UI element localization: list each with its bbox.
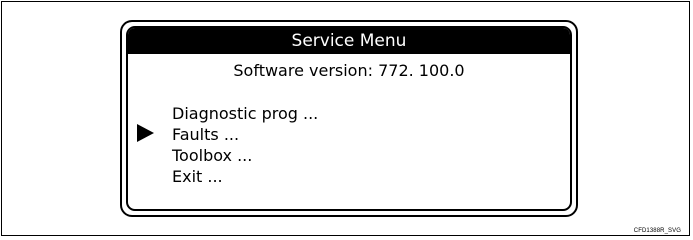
menu-item-faults[interactable]: Faults ... bbox=[172, 124, 318, 145]
software-version-text: Software version: 772. 100.0 bbox=[233, 61, 465, 80]
menu-item-toolbox[interactable]: Toolbox ... bbox=[172, 145, 318, 166]
figure-reference-code: CFD1388R_SVG bbox=[633, 228, 681, 234]
display-panel: Service Menu Software version: 772. 100.… bbox=[126, 26, 572, 211]
menu-item-diagnostic-prog[interactable]: Diagnostic prog ... bbox=[172, 103, 318, 124]
triangle-right-icon bbox=[137, 124, 154, 142]
menu-title: Service Menu bbox=[128, 28, 570, 54]
service-menu-list: Diagnostic prog ... Faults ... Toolbox .… bbox=[172, 103, 318, 187]
service-display: Service Menu Software version: 772. 100.… bbox=[120, 20, 578, 217]
menu-item-exit[interactable]: Exit ... bbox=[172, 166, 318, 187]
